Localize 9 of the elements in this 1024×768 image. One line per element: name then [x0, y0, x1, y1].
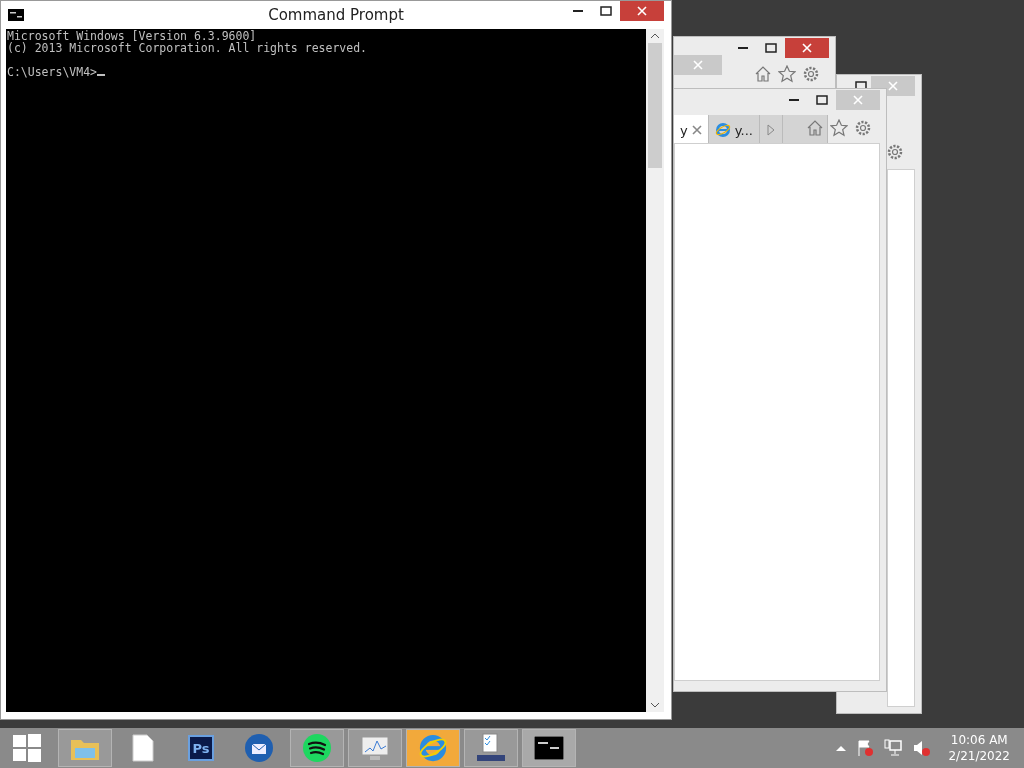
taskbar-button[interactable]: Ps: [174, 729, 228, 767]
browser-tab[interactable]: y: [674, 115, 709, 145]
console-line: (c) 2013 Microsoft Corporation. All rights reserved.: [7, 42, 369, 54]
photoshop-icon: Ps: [188, 735, 214, 761]
window-title: Command Prompt: [268, 6, 404, 24]
console-line: Microsoft Windows [Version 6.3.9600]: [7, 30, 258, 42]
browser-tab[interactable]: y...: [708, 115, 760, 145]
console-screen[interactable]: Microsoft Windows [Version 6.3.9600] (c) 2013 Microsoft Corporation. All rights reserved. C:\Users\VM4>: [6, 29, 646, 712]
console-prompt: C:\Users\VM4>: [7, 65, 97, 79]
